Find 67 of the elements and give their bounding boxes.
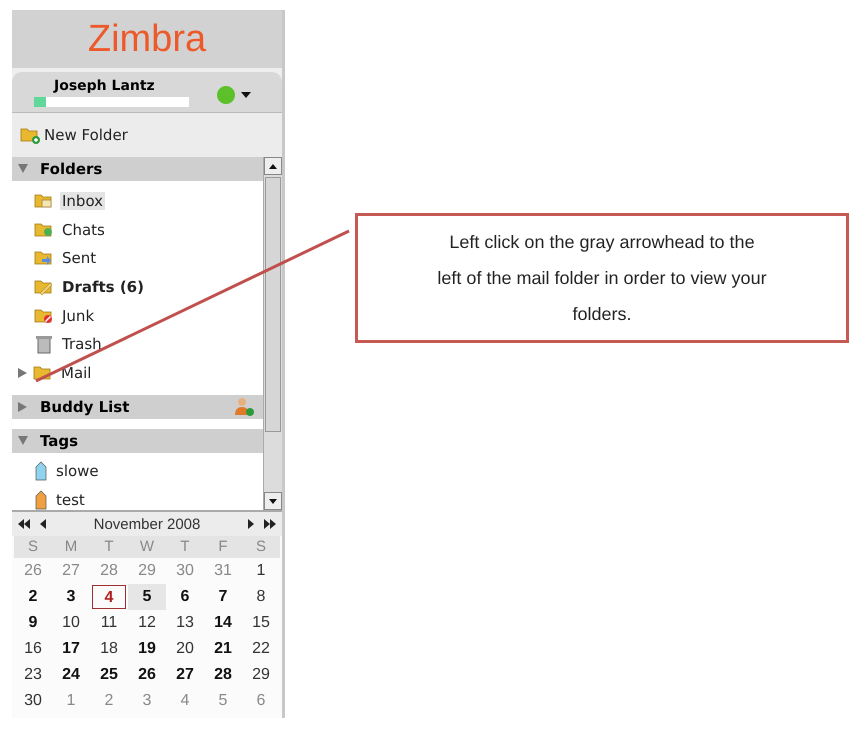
month-label: November 2008 (92, 516, 202, 532)
calendar-day[interactable]: 13 (166, 610, 204, 636)
calendar-day[interactable]: 14 (204, 610, 242, 636)
calendar-day[interactable]: 16 (14, 636, 52, 662)
calendar-day[interactable]: 6 (166, 584, 204, 610)
calendar-day[interactable]: 20 (166, 636, 204, 662)
calendar-day[interactable]: 19 (128, 636, 166, 662)
folder-item[interactable]: Inbox (12, 187, 263, 216)
weekday-label: M (52, 536, 90, 558)
tag-item[interactable]: slowe (12, 457, 263, 486)
calendar-day[interactable]: 1 (242, 558, 280, 584)
status-dot[interactable] (217, 86, 235, 104)
caret-icon[interactable] (241, 92, 251, 98)
calendar-day[interactable]: 2 (14, 584, 52, 610)
calendar-day[interactable]: 21 (204, 636, 242, 662)
calendar-day[interactable]: 3 (52, 584, 90, 610)
calendar-day[interactable]: 15 (242, 610, 280, 636)
folder-item[interactable]: Sent (12, 244, 263, 273)
calendar-day[interactable]: 10 (52, 610, 90, 636)
calendar-day[interactable]: 11 (90, 610, 128, 636)
calendar-day[interactable]: 4 (92, 585, 126, 609)
callout-text: Left click on the gray arrowhead to the left of the mail folder in order to view your folders. (437, 231, 767, 326)
calendar-day[interactable]: 28 (204, 662, 242, 688)
scroll-up-icon[interactable] (269, 164, 277, 168)
double-left-arrow-icon[interactable] (18, 519, 30, 529)
collapse-icon[interactable] (18, 436, 28, 446)
calendar-day[interactable]: 29 (242, 662, 280, 688)
weekday-label: T (166, 536, 204, 558)
calendar-day[interactable]: 12 (128, 610, 166, 636)
weekday-label: F (204, 536, 242, 558)
calendar-day[interactable]: 26 (128, 662, 166, 688)
weekday-label: T (90, 536, 128, 558)
calendar-day[interactable]: 17 (52, 636, 90, 662)
weekday-label: S (242, 536, 280, 558)
section-header[interactable]: Buddy List (12, 395, 263, 420)
calendar-day[interactable]: 8 (242, 584, 280, 610)
trash-icon (34, 334, 54, 354)
scrollbar[interactable] (263, 157, 282, 510)
tag-item[interactable]: test (12, 486, 263, 510)
calendar-day[interactable]: 27 (166, 662, 204, 688)
calendar-day[interactable]: 24 (52, 662, 90, 688)
expand-icon[interactable] (18, 402, 28, 412)
calendar-day[interactable]: 22 (242, 636, 280, 662)
section-header[interactable]: Tags (12, 429, 263, 454)
weekday-label: W (128, 536, 166, 558)
collapse-icon[interactable] (18, 164, 28, 174)
calendar-day[interactable]: 9 (14, 610, 52, 636)
logo: Zimbra (12, 10, 282, 68)
section-header[interactable]: Folders (12, 157, 263, 181)
calendar-day[interactable]: 25 (90, 662, 128, 688)
folder-item[interactable]: Chats (12, 216, 263, 244)
folder-item[interactable]: Junk (12, 301, 263, 330)
calendar-day[interactable]: 18 (90, 636, 128, 662)
calendar-day[interactable]: 23 (14, 662, 52, 688)
folder-item[interactable]: Mail (12, 358, 263, 388)
folder-item[interactable]: Trash (12, 330, 263, 359)
user-name: Joseph Lantz (54, 78, 156, 94)
weekday-label: S (14, 536, 52, 558)
scroll-down-icon[interactable] (269, 498, 277, 504)
calendar-day[interactable]: 30 (14, 688, 52, 714)
calendar-day[interactable]: 7 (204, 584, 242, 610)
folder-item[interactable]: Drafts (6) (12, 272, 263, 302)
expand-icon[interactable] (18, 368, 27, 378)
double-right-arrow-icon[interactable] (264, 519, 276, 529)
right-arrow-icon[interactable] (248, 519, 254, 529)
left-arrow-icon[interactable] (40, 519, 46, 529)
calendar-day[interactable]: 5 (128, 584, 166, 610)
